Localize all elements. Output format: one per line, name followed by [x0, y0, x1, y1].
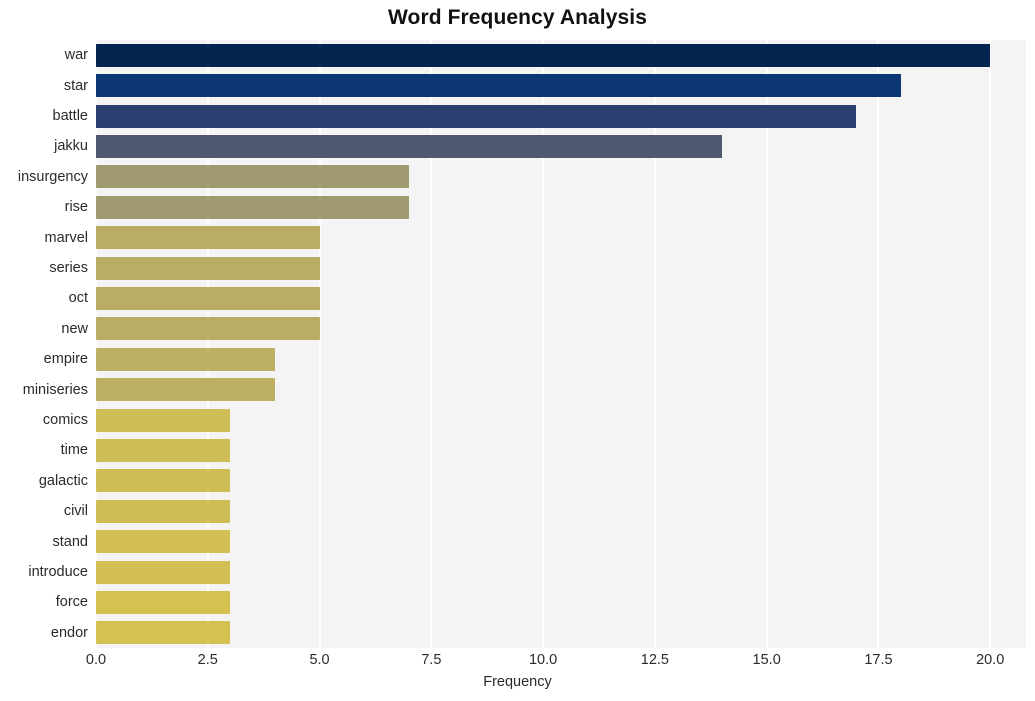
y-axis-tick-label: miniseries	[22, 381, 88, 398]
bar	[96, 256, 320, 280]
y-axis-tick-label: force	[55, 594, 88, 611]
x-axis-tick-label: 15.0	[752, 652, 781, 668]
bar	[96, 469, 231, 493]
x-axis-tick-label: 17.5	[864, 652, 893, 668]
y-axis-tick-label: introduce	[28, 564, 88, 580]
y-axis-tick-label: marvel	[44, 229, 88, 246]
bar	[96, 134, 722, 158]
y-axis-tick-label: jakku	[54, 138, 88, 155]
y-axis-tick-label: rise	[64, 199, 88, 216]
bar	[96, 165, 409, 189]
y-axis-tick-label: stand	[52, 533, 88, 550]
bars-layer	[96, 40, 1026, 648]
y-axis-tick-label: endor	[50, 624, 88, 641]
y-axis-tick-label: oct	[68, 290, 88, 307]
bar	[96, 590, 231, 614]
bar	[96, 226, 320, 250]
y-axis-tick-label: series	[49, 260, 88, 276]
x-axis-tick-label: 10.0	[528, 652, 558, 668]
x-axis-tick-label: 2.5	[197, 652, 218, 668]
y-axis-tick-label: battle	[52, 108, 88, 124]
y-axis-tick-label: war	[64, 47, 88, 64]
bar	[96, 438, 231, 462]
x-axis-title: Frequency	[483, 674, 552, 690]
chart-title: Word Frequency Analysis	[387, 6, 648, 29]
x-axis-tick-label: 20.0	[976, 652, 1005, 668]
bar	[96, 621, 231, 645]
chart-figure: Word Frequency Analysis war star battle jak…	[0, 0, 1035, 701]
y-axis-tick-label: civil	[63, 503, 88, 520]
bar	[96, 195, 409, 219]
x-axis-tick-labels: 0.0 2.5 5.0 7.5 10.0 12.5 15.0 17.5 20.0	[86, 652, 1026, 674]
bar	[96, 530, 231, 554]
plot-area	[96, 40, 1026, 648]
y-axis-tick-labels: war star battle jakku insurgency rise marvel se…	[0, 40, 88, 648]
y-axis-tick-label: insurgency	[17, 168, 88, 185]
bar	[96, 499, 231, 523]
y-axis-tick-label: galactic	[38, 472, 88, 489]
y-axis-tick-label: empire	[43, 351, 88, 368]
bar	[96, 560, 231, 584]
bar	[96, 286, 320, 310]
bar	[96, 43, 991, 67]
y-axis-tick-label: comics	[42, 412, 88, 428]
bar	[96, 74, 901, 98]
x-axis-tick-label: 12.5	[640, 652, 670, 668]
bar	[96, 104, 857, 128]
bar	[96, 317, 320, 341]
bar	[96, 378, 275, 402]
x-axis-tick-label: 7.5	[421, 652, 442, 668]
x-axis-tick-label: 0.0	[85, 652, 107, 668]
x-axis-tick-label: 5.0	[309, 652, 330, 668]
y-axis-tick-label: time	[60, 442, 88, 459]
bar	[96, 408, 231, 432]
y-axis-tick-label: new	[61, 320, 88, 337]
bar	[96, 347, 275, 371]
y-axis-tick-label: star	[63, 77, 88, 94]
